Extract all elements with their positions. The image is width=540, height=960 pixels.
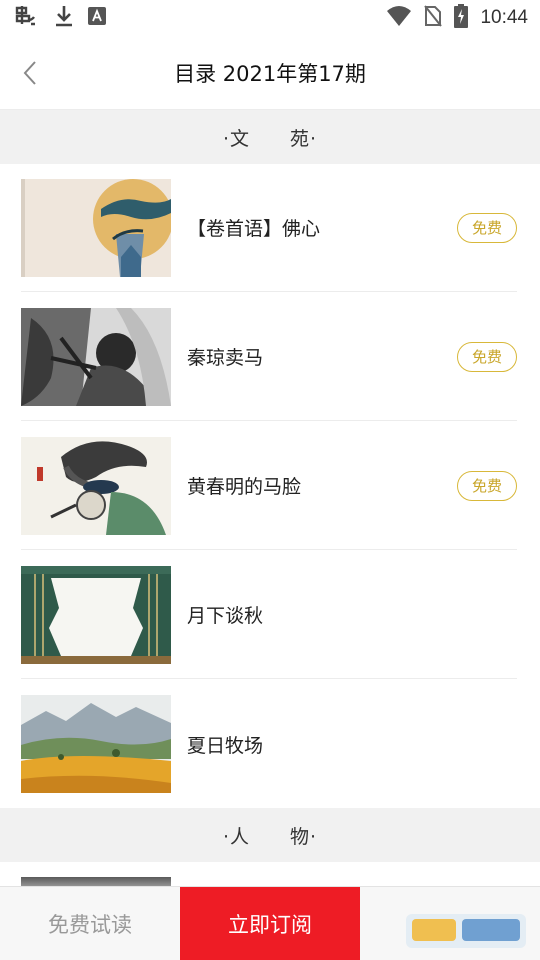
free-badge: 免费 <box>457 212 517 243</box>
article-title: 黄春明的马脸 <box>187 476 302 498</box>
wifi-icon <box>386 5 412 31</box>
list-item[interactable]: 夏日牧场 <box>21 680 517 808</box>
free-badge: 免费 <box>457 470 517 501</box>
battery-charging-icon <box>454 4 469 32</box>
article-title: 秦琼卖马 <box>187 347 264 369</box>
article-title: 【卷首语】佛心 <box>187 218 321 240</box>
article-title: 夏日牧场 <box>187 734 264 757</box>
article-title: 月下谈秋 <box>187 605 264 627</box>
article-thumbnail <box>21 178 171 277</box>
article-thumbnail <box>21 565 171 664</box>
bug-icon <box>14 4 40 32</box>
status-bar: 10:44 <box>0 0 540 36</box>
subscribe-button[interactable]: 立即订阅 <box>180 887 360 960</box>
download-icon <box>54 4 74 32</box>
status-time: 10:44 <box>480 7 528 28</box>
bottom-action-bar: 免费试读 立即订阅 <box>0 886 540 960</box>
section-header-wenyuan: ·文 苑· <box>0 110 540 164</box>
bottom-bar-right-area <box>360 887 540 960</box>
chevron-left-icon <box>23 61 36 85</box>
no-sim-icon <box>424 5 443 31</box>
article-thumbnail <box>21 695 171 793</box>
a-notification-icon <box>88 7 106 29</box>
nav-bar: 目录 2021年第17期 <box>0 36 540 110</box>
watermark-logo <box>406 914 526 948</box>
article-thumbnail <box>21 307 171 406</box>
page-title: 目录 2021年第17期 <box>174 61 366 86</box>
list-item[interactable]: 【卷首语】佛心 免费 <box>21 164 517 292</box>
free-badge: 免费 <box>457 341 517 372</box>
free-trial-button[interactable]: 免费试读 <box>0 887 180 960</box>
list-item[interactable]: 黄春明的马脸 免费 <box>21 422 517 550</box>
section-header-renwu: ·人 物· <box>0 808 540 862</box>
back-button[interactable] <box>14 56 46 90</box>
list-item[interactable]: 月下谈秋 <box>21 551 517 679</box>
list-item[interactable]: 秦琼卖马 免费 <box>21 293 517 421</box>
article-thumbnail <box>21 436 171 535</box>
